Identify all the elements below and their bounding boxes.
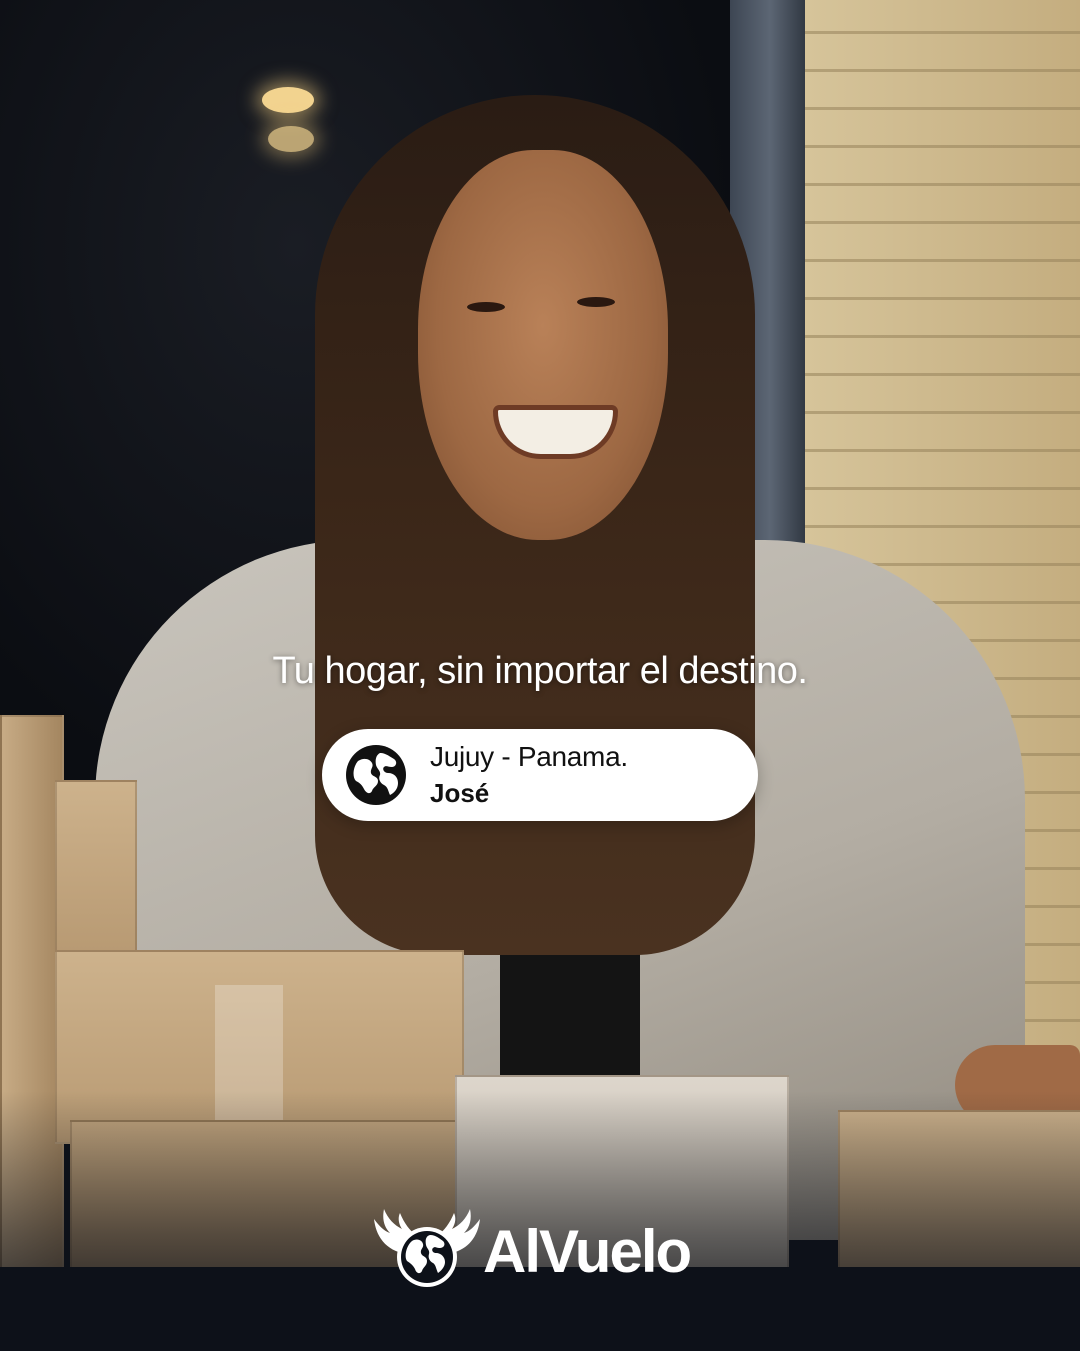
ceiling-light xyxy=(268,126,314,152)
customer-name: José xyxy=(430,778,490,808)
cardboard-box xyxy=(55,780,137,954)
face xyxy=(418,150,668,540)
ceiling-light xyxy=(262,87,314,113)
eye xyxy=(577,297,615,307)
brand-name: AlVuelo xyxy=(483,1218,692,1285)
brand-logo: AlVuelo xyxy=(372,1205,732,1290)
winged-globe-icon xyxy=(374,1209,480,1287)
globe-icon xyxy=(346,745,406,805)
social-post: Tu hogar, sin importar el destino. Jujuy… xyxy=(0,0,1080,1351)
eye xyxy=(467,302,505,312)
tagline: Tu hogar, sin importar el destino. xyxy=(272,650,808,692)
testimonial-pill: Jujuy - Panama. José xyxy=(322,729,758,821)
route-text: Jujuy - Panama. xyxy=(430,741,628,772)
